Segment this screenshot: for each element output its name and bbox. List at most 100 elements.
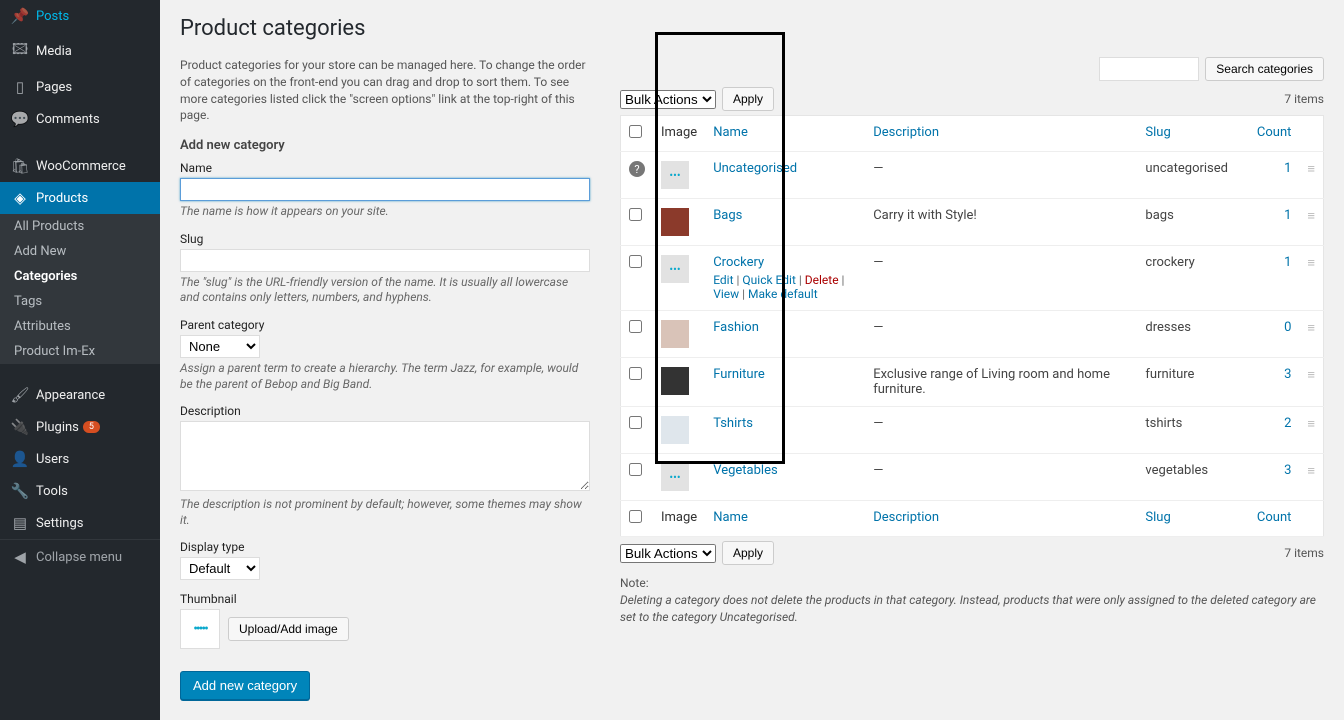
select-all-top[interactable]: [629, 125, 642, 138]
apply-button-bottom[interactable]: Apply: [722, 541, 774, 565]
drag-handle-icon[interactable]: ≡: [1299, 454, 1323, 501]
submenu-item-product-im-ex[interactable]: Product Im-Ex: [0, 339, 160, 364]
form-heading: Add new category: [180, 138, 590, 153]
submenu-item-categories[interactable]: Categories: [0, 264, 160, 289]
thumb-label: Thumbnail: [180, 592, 590, 606]
row-checkbox[interactable]: [629, 320, 642, 333]
category-slug: dresses: [1137, 311, 1247, 358]
category-name-link[interactable]: Tshirts: [713, 416, 753, 431]
parent-help: Assign a parent term to create a hierarc…: [180, 361, 590, 392]
menu-icon: ◈: [10, 189, 30, 207]
category-thumb: •••: [661, 463, 689, 491]
collapse-menu[interactable]: ◀ Collapse menu: [0, 539, 160, 574]
submenu-item-all-products[interactable]: All Products: [0, 214, 160, 239]
drag-handle-icon[interactable]: ≡: [1299, 358, 1323, 407]
sidebar-item-label: Pages: [36, 80, 72, 95]
sidebar-item-label: Posts: [36, 9, 69, 24]
sidebar-item-posts[interactable]: 📌Posts: [0, 0, 160, 32]
row-actions: Edit | Quick Edit | Delete | View | Make…: [713, 273, 857, 301]
category-count-link[interactable]: 3: [1284, 463, 1291, 478]
category-count-link[interactable]: 2: [1284, 416, 1291, 431]
makedefault-link[interactable]: Make default: [748, 287, 818, 301]
name-input[interactable]: [180, 178, 590, 201]
col-image-f: Image: [653, 501, 705, 537]
col-desc-sort-f[interactable]: Description: [873, 510, 939, 525]
submenu-item-attributes[interactable]: Attributes: [0, 314, 160, 339]
category-name-link[interactable]: Furniture: [713, 367, 765, 382]
col-count-sort[interactable]: Count: [1257, 125, 1291, 140]
row-checkbox[interactable]: [629, 255, 642, 268]
bulk-actions-select-top[interactable]: Bulk Actions: [620, 90, 716, 109]
sidebar-item-products[interactable]: ◈ Products: [0, 182, 160, 214]
items-count-bottom: 7 items: [1284, 546, 1324, 560]
sidebar-item-label: WooCommerce: [36, 159, 126, 174]
display-label: Display type: [180, 540, 590, 554]
drag-handle-icon[interactable]: ≡: [1299, 246, 1323, 311]
col-name-sort[interactable]: Name: [713, 125, 748, 140]
upload-image-button[interactable]: Upload/Add image: [228, 617, 349, 641]
collapse-icon: ◀: [10, 548, 30, 566]
search-input[interactable]: [1099, 57, 1199, 81]
sidebar-item-media[interactable]: 🖾Media: [0, 32, 160, 71]
categories-table: Image Name Description Slug Count ?•••Un…: [620, 115, 1324, 537]
drag-handle-icon[interactable]: ≡: [1299, 152, 1323, 199]
category-desc: —: [865, 454, 1137, 501]
sidebar-item-label: Comments: [36, 112, 100, 127]
col-name-sort-f[interactable]: Name: [713, 510, 748, 525]
category-count-link[interactable]: 1: [1284, 255, 1291, 270]
admin-sidebar: 📌Posts🖾Media▯Pages💬Comments 🛍WooCommerce…: [0, 0, 160, 720]
category-name-link[interactable]: Bags: [713, 208, 742, 223]
search-button[interactable]: Search categories: [1205, 57, 1324, 81]
parent-select[interactable]: None: [180, 335, 260, 358]
submenu-item-tags[interactable]: Tags: [0, 289, 160, 314]
sidebar-item-label: Products: [36, 191, 88, 206]
col-slug-sort-f[interactable]: Slug: [1145, 510, 1170, 525]
submenu-item-add-new[interactable]: Add New: [0, 239, 160, 264]
table-row: BagsCarry it with Style!bags1≡: [621, 199, 1324, 246]
slug-input[interactable]: [180, 249, 590, 272]
drag-handle-icon[interactable]: ≡: [1299, 199, 1323, 246]
row-checkbox[interactable]: [629, 463, 642, 476]
display-select[interactable]: Default: [180, 557, 260, 580]
edit-link[interactable]: Edit: [713, 273, 733, 287]
select-all-bottom[interactable]: [629, 510, 642, 523]
category-count-link[interactable]: 1: [1284, 208, 1291, 223]
delete-link[interactable]: Delete: [805, 273, 839, 287]
sidebar-item-comments[interactable]: 💬Comments: [0, 103, 160, 135]
desc-textarea[interactable]: [180, 421, 590, 491]
sidebar-item-pages[interactable]: ▯Pages: [0, 71, 160, 103]
sidebar-item-label: Appearance: [36, 388, 105, 403]
sidebar-item-tools[interactable]: 🔧Tools: [0, 475, 160, 507]
sidebar-item-settings[interactable]: ▤Settings: [0, 507, 160, 539]
category-count-link[interactable]: 1: [1284, 161, 1291, 176]
bulk-actions-select-bottom[interactable]: Bulk Actions: [620, 544, 716, 563]
row-checkbox[interactable]: [629, 208, 642, 221]
category-name-link[interactable]: Vegetables: [713, 463, 777, 478]
sidebar-item-plugins[interactable]: 🔌Plugins5: [0, 411, 160, 443]
col-slug-sort[interactable]: Slug: [1145, 125, 1170, 140]
category-name-link[interactable]: Uncategorised: [713, 161, 797, 176]
drag-handle-icon[interactable]: ≡: [1299, 311, 1323, 358]
category-count-link[interactable]: 3: [1284, 367, 1291, 382]
category-name-link[interactable]: Fashion: [713, 320, 759, 335]
category-slug: bags: [1137, 199, 1247, 246]
view-link[interactable]: View: [713, 287, 739, 301]
col-count-sort-f[interactable]: Count: [1257, 510, 1291, 525]
category-count-link[interactable]: 0: [1284, 320, 1291, 335]
col-desc-sort[interactable]: Description: [873, 125, 939, 140]
drag-handle-icon[interactable]: ≡: [1299, 407, 1323, 454]
category-name-link[interactable]: Crockery: [713, 255, 764, 270]
sidebar-item-woocommerce[interactable]: 🛍WooCommerce: [0, 150, 160, 182]
quickedit-link[interactable]: Quick Edit: [742, 273, 795, 287]
sidebar-item-appearance[interactable]: 🖌Appearance: [0, 379, 160, 411]
apply-button-top[interactable]: Apply: [722, 87, 774, 111]
menu-icon: 🔧: [10, 482, 30, 500]
sidebar-item-users[interactable]: 👤Users: [0, 443, 160, 475]
category-thumb: •••: [661, 161, 689, 189]
intro-text: Product categories for your store can be…: [180, 57, 590, 124]
name-label: Name: [180, 161, 590, 175]
items-count-top: 7 items: [1284, 92, 1324, 106]
add-category-button[interactable]: Add new category: [180, 671, 310, 700]
row-checkbox[interactable]: [629, 367, 642, 380]
row-checkbox[interactable]: [629, 416, 642, 429]
